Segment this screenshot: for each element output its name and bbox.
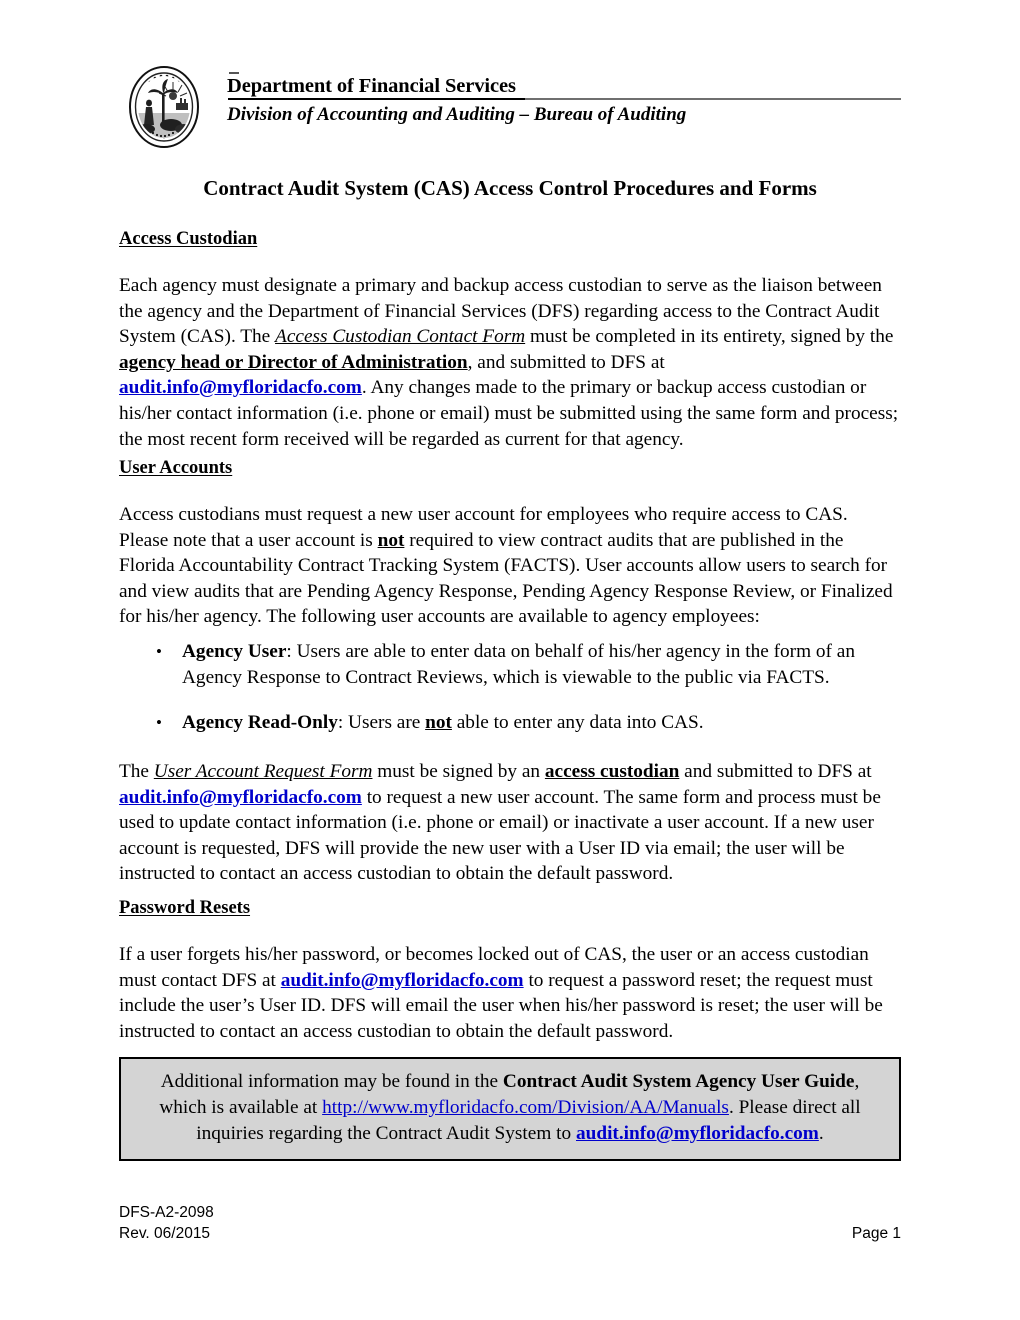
text-fragment: must be completed in its entirety, signe… [525, 326, 894, 348]
text-fragment: . [818, 1123, 824, 1144]
bullet-icon: • [156, 713, 162, 733]
division-name: Division of Accounting and Auditing – Bu… [227, 104, 687, 126]
footer-bottom-row: Rev. 06/2015 Page 1 [119, 1223, 901, 1244]
letterhead: Department of Financial Services Divisio… [119, 58, 901, 158]
page-footer: DFS-A2-2098 Rev. 06/2015 Page 1 [119, 1202, 901, 1244]
email-link-audit-info[interactable]: audit.info@myfloridacfo.com [281, 970, 524, 991]
paragraph-access-custodian: Each agency must designate a primary and… [119, 273, 901, 452]
emphasis-not: not [425, 712, 452, 734]
section-heading-access-custodian: Access Custodian [119, 229, 258, 249]
text-fragment: Additional information may be found in t… [160, 1071, 503, 1092]
florida-state-seal-icon [126, 63, 202, 151]
list-item: • Agency User: Users are able to enter da… [119, 639, 901, 690]
additional-information-callout: Additional information may be found in t… [119, 1057, 901, 1161]
document-page: Department of Financial Services Divisio… [0, 0, 1020, 1320]
emphasis-access-custodian: access custodian [544, 761, 680, 782]
list-item-text: : Users are [337, 712, 426, 734]
email-link-audit-info[interactable]: audit.info@myfloridacfo.com [576, 1123, 819, 1144]
header-rule-dark [228, 98, 525, 101]
paragraph-user-accounts-intro: Access custodians must request a new use… [119, 502, 901, 630]
text-fragment: The [119, 761, 154, 782]
emphasis-access-custodian-contact-form: Access Custodian Contact Form [275, 326, 526, 348]
list-item-label: Agency User [182, 641, 287, 662]
manuals-url-link[interactable]: http://www.myfloridacfo.com/Division/AA/… [322, 1097, 729, 1118]
department-name: Department of Financial Services [227, 75, 516, 97]
emphasis-user-account-request-form: User Account Request Form [153, 761, 373, 782]
page-title: Contract Audit System (CAS) Access Contr… [203, 176, 817, 200]
section-heading-password-resets: Password Resets [119, 898, 251, 918]
text-fragment: must be signed by an [372, 761, 545, 782]
bullet-icon: • [156, 642, 162, 661]
letterhead-text: Department of Financial Services Divisio… [227, 58, 901, 128]
form-number: DFS-A2-2098 [119, 1204, 214, 1221]
revision-date: Rev. 06/2015 [119, 1225, 211, 1242]
text-fragment: , and submitted to DFS at [467, 351, 665, 373]
text-fragment: and submitted to DFS at [679, 761, 872, 782]
emphasis-agency-head: agency head or Director of Administratio… [119, 351, 468, 373]
email-link-audit-info[interactable]: audit.info@myfloridacfo.com [119, 377, 362, 398]
paragraph-password-resets: If a user forgets his/her password, or b… [119, 942, 901, 1044]
user-account-types-list: • Agency User: Users are able to enter da… [119, 639, 901, 756]
emphasis-not: not [377, 529, 405, 551]
page-number: Page 1 [851, 1225, 901, 1242]
list-item: • Agency Read-Only: Users are not able to… [119, 710, 901, 736]
section-heading-user-accounts: User Accounts [119, 458, 233, 478]
emphasis-user-guide: Contract Audit System Agency User Guide [502, 1071, 855, 1092]
list-item-text: able to enter any data into CAS. [451, 712, 704, 734]
list-item-label: Agency Read-Only [182, 712, 338, 734]
email-link-audit-info[interactable]: audit.info@myfloridacfo.com [119, 787, 362, 808]
paragraph-user-account-request: The User Account Request Form must be si… [119, 759, 901, 887]
department-name-line: Department of Financial Services [227, 74, 901, 101]
